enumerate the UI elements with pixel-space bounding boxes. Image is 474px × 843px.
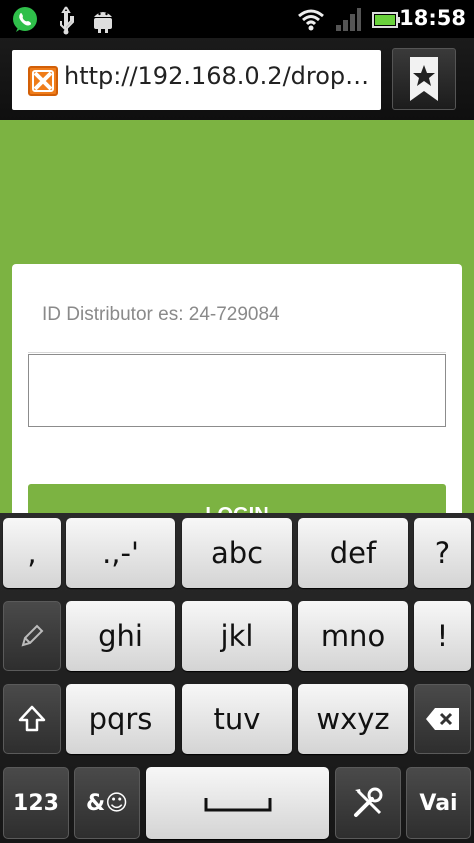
- key-tuv[interactable]: tuv: [182, 684, 292, 754]
- login-button[interactable]: LOGIN: [28, 484, 446, 513]
- battery-icon: [372, 12, 400, 28]
- key-def[interactable]: def: [298, 518, 408, 588]
- whatsapp-icon: [13, 7, 37, 32]
- distributor-id-label: ID Distributor es: 24-729084: [42, 304, 280, 325]
- tools-icon: [354, 787, 383, 817]
- key-mno[interactable]: mno: [298, 601, 408, 671]
- key-tools[interactable]: [335, 767, 401, 839]
- key-question[interactable]: ?: [414, 518, 471, 588]
- soft-keyboard: , .,-' abc def ? ghi jkl mno ! pqrs tuv …: [0, 513, 474, 843]
- key-ghi[interactable]: ghi: [66, 601, 175, 671]
- key-comma[interactable]: ,: [3, 518, 61, 588]
- space-icon: [204, 798, 271, 812]
- bookmark-star-icon: [410, 57, 438, 101]
- key-go[interactable]: Vai: [406, 767, 471, 839]
- key-pqrs[interactable]: pqrs: [66, 684, 175, 754]
- divider: [28, 352, 446, 353]
- xampp-favicon: [28, 66, 58, 96]
- status-clock: 18:58: [399, 6, 466, 30]
- key-space[interactable]: [146, 767, 329, 839]
- web-page: ID Distributor es: 24-729084 LOGIN: [0, 120, 474, 513]
- key-exclamation[interactable]: !: [414, 601, 471, 671]
- status-bar: 18:58: [0, 0, 474, 38]
- key-abc[interactable]: abc: [182, 518, 292, 588]
- key-punctuation[interactable]: .,-': [66, 518, 175, 588]
- shift-icon: [18, 705, 46, 732]
- backspace-icon: [425, 708, 459, 730]
- key-wxyz[interactable]: wxyz: [298, 684, 408, 754]
- key-symbols[interactable]: &☺: [74, 767, 140, 839]
- xampp-logo-icon: [32, 70, 54, 92]
- key-backspace[interactable]: [414, 684, 471, 754]
- url-text[interactable]: http://192.168.0.2/dropbox: [64, 62, 379, 90]
- login-card: ID Distributor es: 24-729084 LOGIN: [12, 264, 462, 513]
- distributor-id-input[interactable]: [28, 354, 446, 427]
- wifi-icon: [298, 9, 324, 31]
- usb-icon: [60, 6, 74, 35]
- key-pencil[interactable]: [3, 601, 61, 671]
- signal-icon: [336, 8, 361, 31]
- url-field[interactable]: http://192.168.0.2/dropbox: [12, 50, 381, 110]
- key-123[interactable]: 123: [3, 767, 69, 839]
- pencil-icon: [21, 624, 44, 647]
- bookmark-button[interactable]: [392, 48, 456, 110]
- key-jkl[interactable]: jkl: [182, 601, 292, 671]
- android-icon: [94, 12, 112, 33]
- browser-toolbar: http://192.168.0.2/dropbox: [0, 38, 474, 120]
- key-shift[interactable]: [3, 684, 61, 754]
